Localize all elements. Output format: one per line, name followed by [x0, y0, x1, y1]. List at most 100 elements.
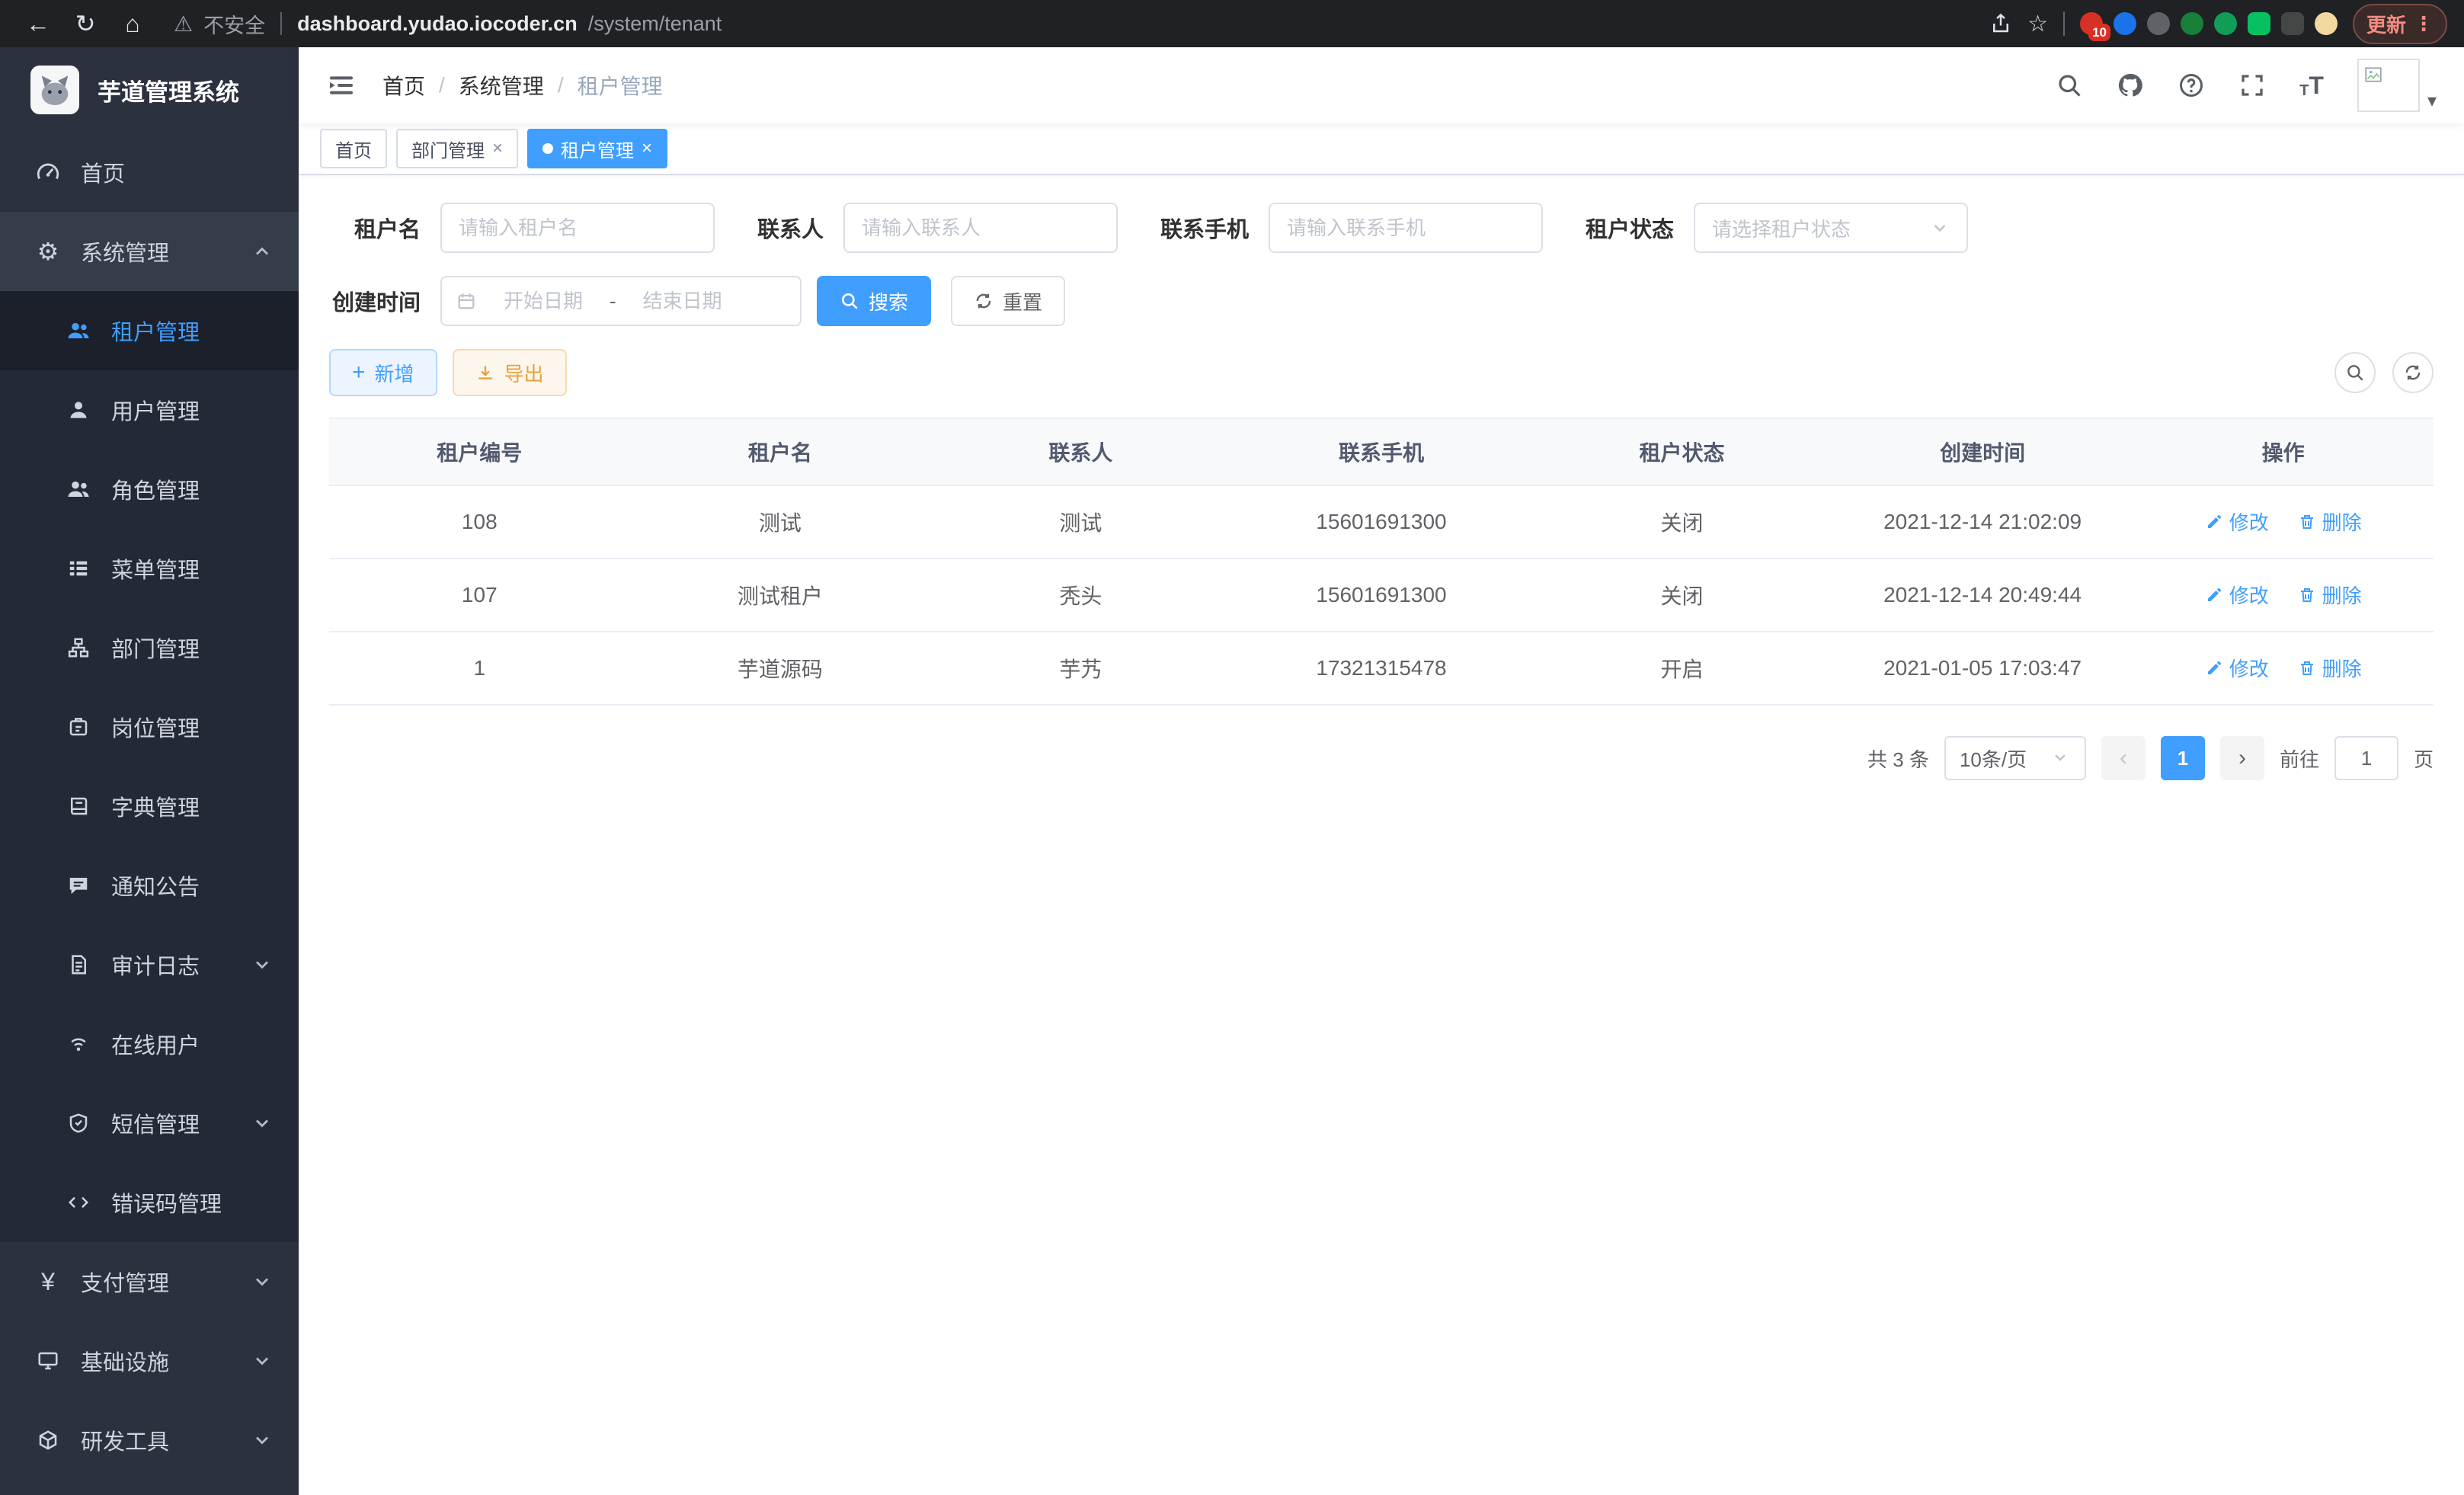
breadcrumb: 首页 / 系统管理 / 租户管理 [382, 70, 663, 101]
reset-button[interactable]: 重置 [951, 276, 1065, 326]
share-icon[interactable] [1989, 12, 2012, 35]
sidebar-item-label: 在线用户 [111, 1028, 200, 1060]
delete-link[interactable]: 删除 [2298, 654, 2362, 682]
close-icon[interactable]: × [492, 138, 503, 159]
sidebar-item-payment[interactable]: ¥ 支付管理 [0, 1242, 299, 1321]
sidebar-item-menus[interactable]: 菜单管理 [0, 529, 299, 608]
start-date-input[interactable] [483, 290, 603, 313]
extension-icon[interactable] [2214, 12, 2237, 35]
back-icon[interactable]: ← [17, 2, 59, 45]
sidebar-item-label: 用户管理 [111, 394, 200, 426]
end-date-input[interactable] [622, 290, 743, 313]
help-icon[interactable] [2178, 72, 2205, 99]
security-warning-icon: ⚠ [174, 11, 193, 37]
extension-icon[interactable] [2114, 12, 2136, 35]
cell-operations: 修改 删除 [2133, 632, 2434, 705]
contact-input[interactable] [843, 203, 1118, 253]
phone-input[interactable] [1269, 203, 1543, 253]
sidebar-item-sms[interactable]: 短信管理 [0, 1084, 299, 1163]
cell-id: 1 [329, 632, 630, 705]
cell-created: 2021-01-05 17:03:47 [1832, 632, 2133, 705]
sidebar-item-dict[interactable]: 字典管理 [0, 767, 299, 846]
tab-departments[interactable]: 部门管理 × [396, 129, 518, 168]
breadcrumb-item[interactable]: 系统管理 [459, 70, 544, 101]
sidebar-item-home[interactable]: 首页 [0, 133, 299, 212]
extension-icon[interactable] [2147, 12, 2170, 35]
fullscreen-icon[interactable] [2238, 72, 2266, 99]
address-bar[interactable]: ⚠ 不安全 dashboard.yudao.iocoder.cn/system/… [174, 9, 1970, 39]
cell-id: 107 [329, 559, 630, 632]
goto-page-input[interactable] [2334, 736, 2398, 780]
field-label: 租户状态 [1586, 212, 1674, 244]
cell-phone: 15601691300 [1231, 559, 1532, 632]
add-button[interactable]: + 新增 [329, 349, 437, 396]
sidebar-item-system[interactable]: ⚙ 系统管理 [0, 212, 299, 291]
delete-link[interactable]: 删除 [2298, 581, 2362, 609]
date-range-picker[interactable]: - [440, 276, 802, 326]
bookmark-star-icon[interactable]: ☆ [2027, 11, 2048, 37]
search-button[interactable]: 搜索 [817, 276, 931, 326]
sidebar-item-notice[interactable]: 通知公告 [0, 846, 299, 925]
sidebar-item-posts[interactable]: 岗位管理 [0, 687, 299, 767]
user-avatar-menu[interactable]: ▾ [2357, 59, 2437, 112]
search-icon[interactable] [2056, 72, 2083, 99]
range-separator: - [610, 290, 616, 313]
github-icon[interactable] [2117, 72, 2144, 99]
sidebar-item-audit-log[interactable]: 审计日志 [0, 925, 299, 1004]
chevron-down-icon [251, 1271, 273, 1292]
calendar-icon [456, 290, 477, 312]
sidebar-item-tenant[interactable]: 租户管理 [0, 291, 299, 370]
reload-icon[interactable]: ↻ [64, 2, 107, 45]
tenant-name-input[interactable] [440, 203, 715, 253]
sidebar-item-users[interactable]: 用户管理 [0, 370, 299, 450]
field-label: 创建时间 [329, 285, 421, 317]
next-page-button[interactable]: › [2220, 736, 2264, 780]
app-logo [30, 66, 79, 114]
cell-created: 2021-12-14 20:49:44 [1832, 559, 2133, 632]
app-title: 芋道管理系统 [98, 73, 239, 107]
edit-link[interactable]: 修改 [2205, 507, 2269, 536]
page-size-select[interactable]: 10条/页 [1944, 736, 2086, 780]
close-icon[interactable]: × [642, 138, 652, 159]
browser-update-button[interactable]: 更新 ⋮ [2353, 4, 2447, 44]
puzzle-extension-icon[interactable] [2281, 12, 2304, 35]
column-header: 操作 [2133, 418, 2434, 485]
browser-menu-icon[interactable]: ⋮ [2414, 12, 2434, 36]
breadcrumb-item[interactable]: 首页 [382, 70, 425, 101]
extensions-row: 10 [2080, 12, 2338, 35]
online-icon [66, 1031, 91, 1057]
extension-icon[interactable] [2248, 12, 2270, 35]
extension-icon[interactable] [2181, 12, 2203, 35]
home-icon[interactable]: ⌂ [111, 2, 154, 45]
prev-page-button[interactable]: ‹ [2101, 736, 2146, 780]
sidebar-item-error-codes[interactable]: 错误码管理 [0, 1163, 299, 1242]
refresh-table-button[interactable] [2392, 352, 2434, 393]
user-icon [66, 397, 91, 423]
profile-avatar-icon[interactable] [2315, 12, 2338, 35]
status-select[interactable]: 请选择租户状态 [1694, 203, 1968, 253]
edit-link[interactable]: 修改 [2205, 654, 2269, 682]
delete-link[interactable]: 删除 [2298, 507, 2362, 536]
sidebar-item-devtools[interactable]: 研发工具 [0, 1401, 299, 1480]
export-button[interactable]: 导出 [453, 349, 567, 396]
sidebar-item-infrastructure[interactable]: 基础设施 [0, 1321, 299, 1401]
sidebar-item-roles[interactable]: 角色管理 [0, 450, 299, 529]
app-logo-row[interactable]: 芋道管理系统 [0, 47, 299, 133]
browser-chrome: ← ↻ ⌂ ⚠ 不安全 dashboard.yudao.iocoder.cn/s… [0, 0, 2464, 47]
cell-name: 测试 [630, 485, 931, 559]
sidebar-fold-icon[interactable] [326, 70, 357, 101]
top-navbar: 首页 / 系统管理 / 租户管理 TT ▾ [299, 47, 2464, 123]
edit-link[interactable]: 修改 [2205, 581, 2269, 609]
sidebar-item-label: 短信管理 [111, 1107, 200, 1139]
extension-icon[interactable]: 10 [2080, 12, 2103, 35]
toggle-search-button[interactable] [2334, 352, 2376, 393]
sidebar-item-departments[interactable]: 部门管理 [0, 608, 299, 687]
yen-icon: ¥ [35, 1269, 61, 1295]
cell-operations: 修改 删除 [2133, 485, 2434, 559]
current-page-button[interactable]: 1 [2161, 736, 2205, 780]
font-size-icon[interactable]: TT [2299, 72, 2324, 100]
tab-tenant[interactable]: 租户管理 × [527, 129, 667, 168]
sidebar-item-online-users[interactable]: 在线用户 [0, 1004, 299, 1084]
tab-home[interactable]: 首页 [320, 129, 387, 168]
table-row: 108 测试 测试 15601691300 关闭 2021-12-14 21:0… [329, 485, 2434, 559]
